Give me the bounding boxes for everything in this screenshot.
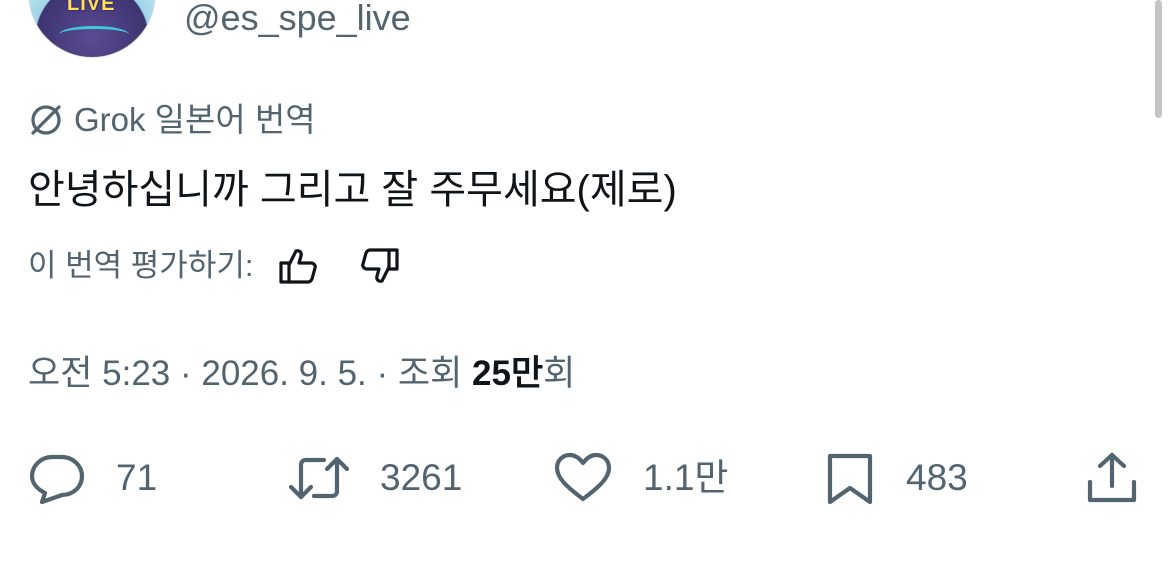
- grok-translation-source: Grok 일본어 번역: [74, 101, 316, 138]
- reply-count: 71: [116, 457, 158, 498]
- like-count: 1.1만: [643, 457, 729, 498]
- thumbs-down-button[interactable]: [359, 246, 401, 286]
- grok-translation-label: Grok 일본어 번역: [28, 100, 316, 140]
- heart-icon: [554, 452, 612, 502]
- retweet-count: 3261: [380, 457, 463, 498]
- retweet-button[interactable]: 3261: [288, 450, 462, 506]
- rate-translation-label: 이 번역 평가하기:: [28, 248, 254, 283]
- bookmark-count: 483: [906, 457, 968, 498]
- tweet-time[interactable]: 오전 5:23: [28, 354, 170, 393]
- bookmark-button[interactable]: 483: [824, 450, 968, 506]
- tweet-meta: 오전 5:23 · 2026. 9. 5. · 조회 25만회: [28, 352, 575, 396]
- meta-separator: ·: [170, 354, 202, 393]
- thumbs-up-button[interactable]: [277, 246, 319, 286]
- share-icon: [1087, 452, 1137, 503]
- scrollbar-thumb[interactable]: [1155, 0, 1162, 118]
- meta-separator: ·: [366, 354, 398, 393]
- avatar-logo-text: LIVE: [67, 0, 116, 15]
- reply-button[interactable]: 71: [28, 450, 157, 506]
- bookmark-icon: [827, 453, 873, 505]
- reply-icon: [29, 454, 85, 505]
- tweet-date[interactable]: 2026. 9. 5.: [201, 354, 366, 393]
- tweet-action-bar: 71 3261 1.1만 483: [0, 450, 1170, 510]
- grok-icon: [31, 105, 61, 135]
- avatar-wave-decoration: [59, 26, 129, 43]
- views-count: 25만: [472, 354, 544, 393]
- avatar[interactable]: LIVE: [28, 0, 156, 58]
- thumbs-up-icon: [279, 249, 318, 284]
- author-handle[interactable]: @es_spe_live: [184, 0, 411, 38]
- thumbs-down-icon: [361, 248, 400, 283]
- views-suffix: 회: [543, 354, 576, 393]
- translated-text: 안녕하십니까 그리고 잘 주무세요(제로): [28, 168, 677, 212]
- views-prefix: 조회: [397, 354, 473, 393]
- share-button[interactable]: [1084, 450, 1140, 506]
- like-button[interactable]: 1.1만: [553, 450, 728, 506]
- retweet-icon: [288, 456, 350, 500]
- rate-translation-row: 이 번역 평가하기:: [28, 246, 401, 286]
